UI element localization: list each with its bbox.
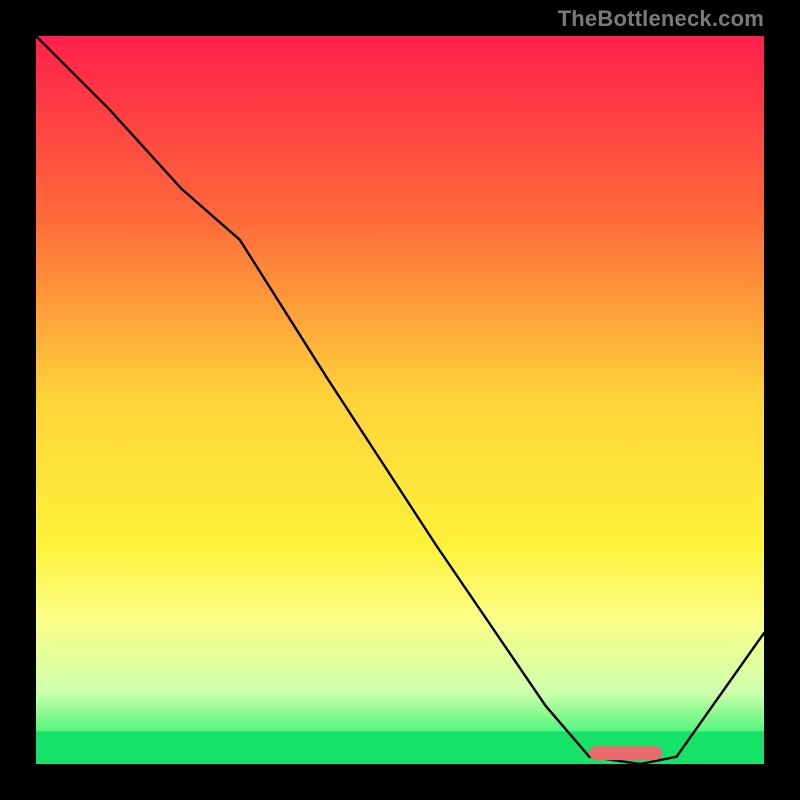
plot-area [36,36,764,764]
gradient-background [36,36,764,764]
chart-frame: TheBottleneck.com [0,0,800,800]
watermark-text: TheBottleneck.com [558,6,764,32]
plot-svg [36,36,764,764]
optimal-marker [589,746,662,760]
